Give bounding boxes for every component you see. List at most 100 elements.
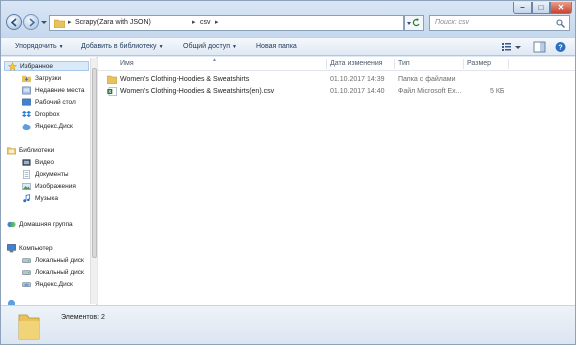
breadcrumb-item[interactable]: csv <box>200 19 211 26</box>
nav-item-recent-places[interactable]: Недавние места <box>1 86 95 96</box>
nav-item-videos[interactable]: Видео <box>1 158 95 168</box>
nav-item-desktop[interactable]: Рабочий стол <box>1 98 95 108</box>
column-headers: ▲ Имя Дата изменения Тип Размер <box>98 57 575 71</box>
file-row[interactable]: Women's Clothing-Hoodies & Sweatshirts 0… <box>98 74 575 86</box>
share-menu[interactable]: Общий доступ ▼ <box>183 43 237 50</box>
dropbox-icon <box>22 110 31 118</box>
nav-item-local-disk[interactable]: Локальный диск <box>1 268 95 278</box>
nav-scrollbar-thumb[interactable] <box>92 68 97 258</box>
new-folder-button[interactable]: Новая папка <box>256 43 297 50</box>
column-divider[interactable] <box>508 59 509 69</box>
computer-icon <box>7 244 16 253</box>
back-button[interactable] <box>6 14 22 30</box>
breadcrumb-item[interactable]: Scrapy(Zara with JSON) <box>75 19 151 26</box>
nav-scrollbar[interactable] <box>90 58 97 304</box>
help-icon[interactable]: ? <box>554 41 567 53</box>
details-pane: Элементов: 2 <box>1 305 575 344</box>
maximize-button[interactable]: □ <box>532 2 550 14</box>
nav-item-label: Недавние места <box>35 87 85 94</box>
recent-pages-dropdown-icon[interactable] <box>41 20 47 25</box>
nav-item-label: Музыка <box>35 195 58 202</box>
nav-libraries[interactable]: Библиотеки <box>1 146 95 156</box>
nav-item-local-disk[interactable]: Локальный диск <box>1 256 95 266</box>
forward-arrow-icon <box>29 18 36 27</box>
recent-places-icon <box>22 86 31 95</box>
column-divider[interactable] <box>326 59 327 69</box>
search-input[interactable]: Поиск: csv <box>429 15 570 31</box>
file-date: 01.10.2017 14:39 <box>330 76 385 83</box>
nav-item-dropbox[interactable]: Dropbox <box>1 110 95 120</box>
column-divider[interactable] <box>394 59 395 69</box>
chevron-down-icon: ▼ <box>58 44 64 50</box>
organize-label: Упорядочить <box>15 43 57 50</box>
nav-item-label: Dropbox <box>35 111 60 118</box>
maximize-icon: □ <box>538 3 544 12</box>
search-icon <box>556 19 565 28</box>
folder-icon <box>18 314 40 340</box>
refresh-icon <box>407 18 420 27</box>
minimize-icon: – <box>520 3 525 12</box>
nav-item-yandex-disk-drive[interactable]: Яндекс.Диск <box>1 280 95 290</box>
homegroup-icon <box>7 221 16 228</box>
nav-item-yandex-disk[interactable]: Яндекс.Диск <box>1 122 95 132</box>
nav-item-label: Яндекс.Диск <box>35 281 73 288</box>
organize-menu[interactable]: Упорядочить ▼ <box>15 43 64 50</box>
nav-item-label: Изображения <box>35 183 76 190</box>
nav-item-pictures[interactable]: Изображения <box>1 182 95 192</box>
address-bar-row: ▸ Scrapy(Zara with JSON) ▸ csv ▸ Поиск: … <box>1 1 575 37</box>
nav-item-label: Видео <box>35 159 54 166</box>
desktop-icon <box>22 98 31 106</box>
chevron-down-icon: ▼ <box>158 44 164 50</box>
breadcrumb-separator[interactable]: ▸ <box>192 18 196 26</box>
column-header-size[interactable]: Размер <box>467 60 491 67</box>
item-count: Элементов: 2 <box>61 314 105 321</box>
nav-homegroup-label: Домашняя группа <box>19 221 73 228</box>
search-placeholder: Поиск: csv <box>435 19 470 26</box>
navigation-pane: Избранное Загрузки Недавние места Рабочи… <box>1 57 97 305</box>
close-button[interactable]: ✕ <box>550 2 572 14</box>
svg-text:X: X <box>108 89 111 94</box>
folder-icon <box>54 19 65 28</box>
nav-homegroup[interactable]: Домашняя группа <box>1 220 95 230</box>
file-type: Папка с файлами <box>398 76 456 83</box>
file-date: 01.10.2017 14:40 <box>330 88 385 95</box>
nav-item-label: Локальный диск <box>35 257 84 264</box>
documents-library-icon <box>23 170 30 179</box>
file-type: Файл Microsoft Ex... <box>398 88 462 95</box>
folder-icon <box>107 75 117 84</box>
nav-item-downloads[interactable]: Загрузки <box>1 74 95 84</box>
view-options-dropdown-icon[interactable] <box>515 41 521 53</box>
nav-item-label: Загрузки <box>35 75 62 82</box>
address-field[interactable]: ▸ Scrapy(Zara with JSON) ▸ csv ▸ <box>49 15 404 31</box>
column-header-date[interactable]: Дата изменения <box>330 60 383 67</box>
nav-computer[interactable]: Компьютер <box>1 244 95 254</box>
close-icon: ✕ <box>557 3 565 12</box>
explorer-window: ▸ Scrapy(Zara with JSON) ▸ csv ▸ Поиск: … <box>0 0 576 345</box>
cloud-disk-icon <box>22 123 31 131</box>
minimize-button[interactable]: – <box>513 2 532 14</box>
excel-csv-icon: X <box>107 87 117 96</box>
nav-item-label: Рабочий стол <box>35 99 76 106</box>
column-header-type[interactable]: Тип <box>398 60 410 67</box>
share-label: Общий доступ <box>183 43 231 50</box>
preview-pane-icon[interactable] <box>533 41 546 53</box>
video-library-icon <box>22 159 31 166</box>
change-view-icon[interactable] <box>501 41 514 53</box>
command-bar: Упорядочить ▼ Добавить в библиотеку ▼ Общи… <box>1 37 575 56</box>
svg-text:?: ? <box>558 45 562 52</box>
nav-favorites[interactable]: Избранное <box>4 61 89 71</box>
breadcrumb-separator[interactable]: ▸ <box>215 18 219 26</box>
nav-item-label: Яндекс.Диск <box>35 123 73 130</box>
column-header-name[interactable]: Имя <box>120 60 134 67</box>
nav-item-music[interactable]: Музыка <box>1 194 95 204</box>
nav-item-documents[interactable]: Документы <box>1 170 95 180</box>
breadcrumb-separator[interactable]: ▸ <box>68 18 72 26</box>
forward-button[interactable] <box>23 14 39 30</box>
add-to-library-menu[interactable]: Добавить в библиотеку ▼ <box>81 43 164 50</box>
nav-favorites-label: Избранное <box>20 63 53 70</box>
nav-item-label: Документы <box>35 171 69 178</box>
drive-icon <box>22 258 31 264</box>
column-divider[interactable] <box>463 59 464 69</box>
file-row[interactable]: X Women's Clothing-Hoodies & Sweatshirts… <box>98 86 575 98</box>
address-dropdown-refresh[interactable] <box>404 15 424 31</box>
